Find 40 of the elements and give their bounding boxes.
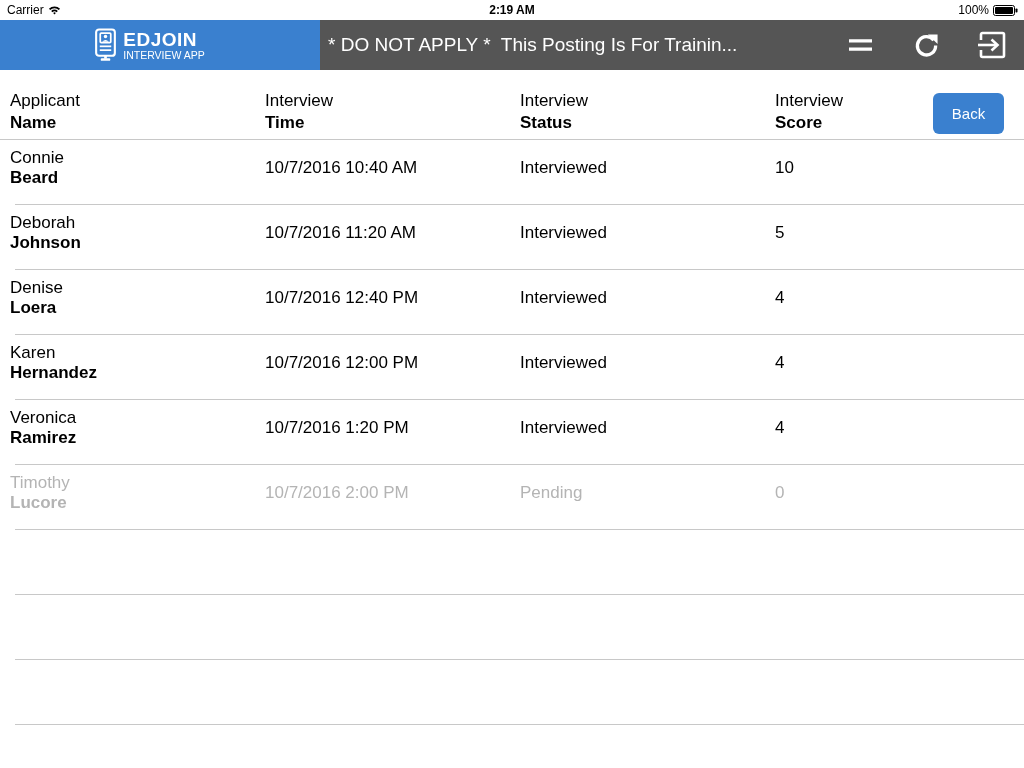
interview-status: Interviewed xyxy=(520,157,607,178)
back-button[interactable]: Back xyxy=(933,93,1004,134)
interview-score: 4 xyxy=(775,287,785,308)
applicant-name: Timothy Lucore xyxy=(10,472,70,513)
interview-status: Pending xyxy=(520,482,583,503)
interview-time: 10/7/2016 12:40 PM xyxy=(265,287,419,308)
battery-percent: 100% xyxy=(958,3,989,17)
interview-score: 10 xyxy=(775,157,794,178)
applicant-name: Veronica Ramirez xyxy=(10,407,77,448)
interview-status: Interviewed xyxy=(520,287,607,308)
clock-time: 2:19 AM xyxy=(489,3,535,17)
interview-time: 10/7/2016 11:20 AM xyxy=(265,222,416,243)
interview-score: 5 xyxy=(775,222,785,243)
interview-status: Interviewed xyxy=(520,222,607,243)
interview-time: 10/7/2016 10:40 AM xyxy=(265,157,418,178)
applicant-name: Connie Beard xyxy=(10,147,64,188)
applicant-name: Denise Loera xyxy=(10,277,63,318)
interview-score: 4 xyxy=(775,417,785,438)
refresh-icon[interactable] xyxy=(914,32,939,58)
logo-name: EDJOIN xyxy=(123,29,198,49)
interview-status: Interviewed xyxy=(520,352,607,373)
menu-icon[interactable] xyxy=(849,39,872,51)
column-header: Applicant Name xyxy=(10,90,80,134)
posting-title: * DO NOT APPLY * This Posting Is For Trainin... xyxy=(328,34,738,56)
carrier-label: Carrier xyxy=(7,3,44,17)
interview-time: 10/7/2016 2:00 PM xyxy=(265,482,409,503)
interview-score: 4 xyxy=(775,352,785,373)
interview-time: 10/7/2016 1:20 PM xyxy=(265,417,409,438)
interview-score: 0 xyxy=(775,482,785,503)
applicant-name: Deborah Johnson xyxy=(10,212,81,253)
wifi-icon xyxy=(47,5,61,15)
id-badge-icon xyxy=(95,28,117,62)
interview-status: Interviewed xyxy=(520,417,607,438)
column-header: Interview Status xyxy=(520,90,589,134)
interview-time: 10/7/2016 12:00 PM xyxy=(265,352,419,373)
battery-icon xyxy=(993,4,1018,16)
applicant-name: Karen Hernandez xyxy=(10,342,97,383)
column-header: Interview Time xyxy=(265,90,334,134)
logo-subtitle: INTERVIEW APP xyxy=(123,49,205,61)
column-header: Interview Score xyxy=(775,90,844,134)
